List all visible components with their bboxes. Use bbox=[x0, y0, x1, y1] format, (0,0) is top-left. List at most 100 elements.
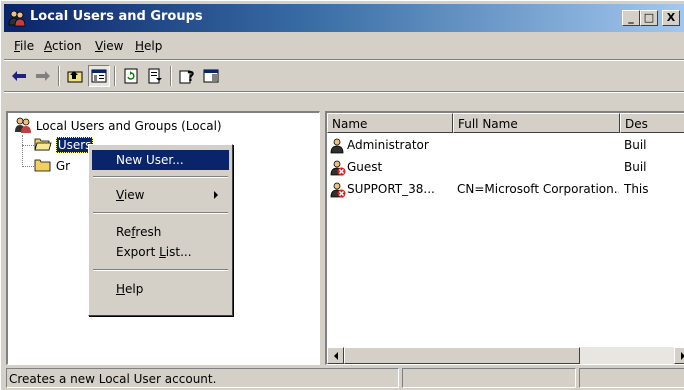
folder-open-icon bbox=[34, 137, 52, 154]
forward-button[interactable] bbox=[32, 65, 54, 87]
tree-root-label: Local Users and Groups (Local) bbox=[35, 119, 222, 133]
right-arrow-icon bbox=[680, 351, 684, 360]
cell-description: This bbox=[624, 182, 649, 196]
back-button[interactable] bbox=[8, 65, 30, 87]
menu-action-accel: A bbox=[44, 39, 52, 53]
submenu-arrow-icon bbox=[214, 191, 218, 199]
cell-name: Administrator bbox=[347, 138, 429, 152]
title-bar[interactable]: Local Users and Groups _ □ X bbox=[4, 4, 684, 32]
tree-line bbox=[22, 166, 34, 167]
status-bar: Creates a new Local User account. bbox=[4, 367, 684, 389]
column-header-full-name-label: Full Name bbox=[458, 117, 518, 131]
show-hide-tree-icon bbox=[91, 69, 107, 83]
users-groups-icon bbox=[14, 117, 32, 136]
tree-line bbox=[22, 145, 34, 146]
menu-file[interactable]: File bbox=[14, 39, 34, 53]
up-one-level-icon bbox=[67, 71, 83, 83]
show-hide-tree-button[interactable] bbox=[88, 65, 110, 87]
close-button[interactable]: X bbox=[662, 10, 680, 26]
column-header-full-name[interactable]: Full Name bbox=[453, 113, 620, 133]
user-icon bbox=[330, 138, 346, 157]
tree-root-item[interactable]: Local Users and Groups (Local) bbox=[14, 117, 222, 136]
maximize-icon: □ bbox=[643, 11, 655, 24]
refresh-button[interactable] bbox=[120, 65, 142, 87]
menu-item-export-accel: L bbox=[159, 245, 166, 259]
menu-action-label: ction bbox=[52, 39, 82, 53]
menu-view[interactable]: View bbox=[95, 39, 123, 53]
cell-name: SUPPORT_38... bbox=[347, 182, 435, 196]
menu-item-refresh-label: resh bbox=[135, 225, 162, 239]
tree-line bbox=[22, 135, 23, 167]
context-menu: New User... View Refresh Export List... … bbox=[88, 144, 233, 316]
menu-item-refresh-label-pre: Re bbox=[116, 225, 132, 239]
cell-full-name: CN=Microsoft Corporation... bbox=[457, 182, 619, 196]
menu-item-help-accel: H bbox=[116, 282, 126, 296]
up-one-level-button[interactable] bbox=[64, 65, 86, 87]
menu-help[interactable]: Help bbox=[135, 39, 162, 53]
svg-text:?: ? bbox=[187, 70, 195, 84]
status-message: Creates a new Local User account. bbox=[9, 372, 217, 386]
show-hide-action-pane-button[interactable] bbox=[200, 65, 222, 87]
menu-item-new-user-label: New User... bbox=[116, 153, 184, 167]
refresh-icon bbox=[124, 68, 138, 84]
help-button[interactable]: ? bbox=[176, 65, 198, 87]
status-panel-3 bbox=[579, 368, 684, 388]
menu-separator bbox=[93, 176, 228, 178]
menu-bar: File Action View Help bbox=[4, 35, 684, 57]
users-groups-app-icon bbox=[8, 9, 26, 27]
menu-item-view[interactable]: View bbox=[92, 185, 229, 205]
menu-view-accel: V bbox=[95, 39, 103, 53]
menu-separator bbox=[4, 59, 684, 61]
horizontal-scrollbar[interactable] bbox=[327, 347, 684, 364]
menu-item-view-label: iew bbox=[123, 188, 145, 202]
menu-view-label: iew bbox=[102, 39, 124, 53]
maximize-button[interactable]: □ bbox=[640, 10, 658, 26]
menu-action[interactable]: Action bbox=[44, 39, 82, 53]
column-header-description-label: Des bbox=[625, 117, 648, 131]
column-header-name[interactable]: Name bbox=[327, 113, 453, 133]
cell-name: Guest bbox=[347, 160, 383, 174]
export-list-icon bbox=[148, 68, 162, 84]
toolbar-separator bbox=[170, 66, 172, 86]
disabled-user-icon bbox=[330, 182, 346, 201]
menu-item-view-accel: V bbox=[116, 188, 124, 202]
menu-item-new-user[interactable]: New User... bbox=[92, 150, 229, 170]
close-icon: X bbox=[666, 11, 676, 24]
menu-item-help[interactable]: Help bbox=[92, 279, 229, 299]
disabled-user-icon bbox=[330, 160, 346, 179]
menu-item-export-label: ist... bbox=[165, 245, 192, 259]
show-hide-action-pane-icon bbox=[203, 69, 219, 83]
menu-item-help-label: elp bbox=[125, 282, 144, 296]
toolbar-separator bbox=[114, 66, 116, 86]
menu-item-export-list[interactable]: Export List... bbox=[92, 242, 229, 262]
table-row[interactable]: Guest Buil bbox=[327, 157, 684, 179]
menu-help-accel: H bbox=[135, 39, 145, 53]
export-list-button[interactable] bbox=[144, 65, 166, 87]
tree-item-users[interactable]: Users bbox=[34, 137, 94, 154]
menu-separator bbox=[93, 269, 228, 271]
column-header-description[interactable]: Des bbox=[620, 113, 684, 133]
tree-item-groups[interactable]: Gr bbox=[34, 158, 70, 175]
list-pane[interactable]: Name Full Name Des Administrator Buil Gues… bbox=[325, 111, 684, 365]
toolbar-separator bbox=[58, 66, 60, 86]
scroll-thumb[interactable] bbox=[344, 347, 580, 364]
window-title: Local Users and Groups bbox=[30, 9, 203, 24]
toolbar-separator-line bbox=[4, 91, 684, 93]
cell-description: Buil bbox=[624, 138, 647, 152]
table-row[interactable]: SUPPORT_38... CN=Microsoft Corporation...… bbox=[327, 179, 684, 201]
menu-help-label: elp bbox=[144, 39, 163, 53]
scroll-right-button[interactable] bbox=[674, 347, 684, 364]
column-header-name-label: Name bbox=[332, 117, 368, 131]
status-panel-2 bbox=[402, 368, 576, 388]
folder-icon bbox=[34, 158, 52, 175]
scroll-left-button[interactable] bbox=[327, 347, 344, 364]
mmc-window: Local Users and Groups _ □ X File Action… bbox=[0, 0, 684, 390]
table-row[interactable]: Administrator Buil bbox=[327, 135, 684, 157]
minimize-button[interactable]: _ bbox=[622, 10, 640, 26]
left-arrow-icon bbox=[333, 351, 338, 360]
menu-item-refresh[interactable]: Refresh bbox=[92, 222, 229, 242]
menu-separator bbox=[93, 212, 228, 214]
back-arrow-icon bbox=[12, 71, 26, 81]
toolbar: ? bbox=[4, 63, 684, 89]
status-message-panel: Creates a new Local User account. bbox=[6, 368, 399, 388]
